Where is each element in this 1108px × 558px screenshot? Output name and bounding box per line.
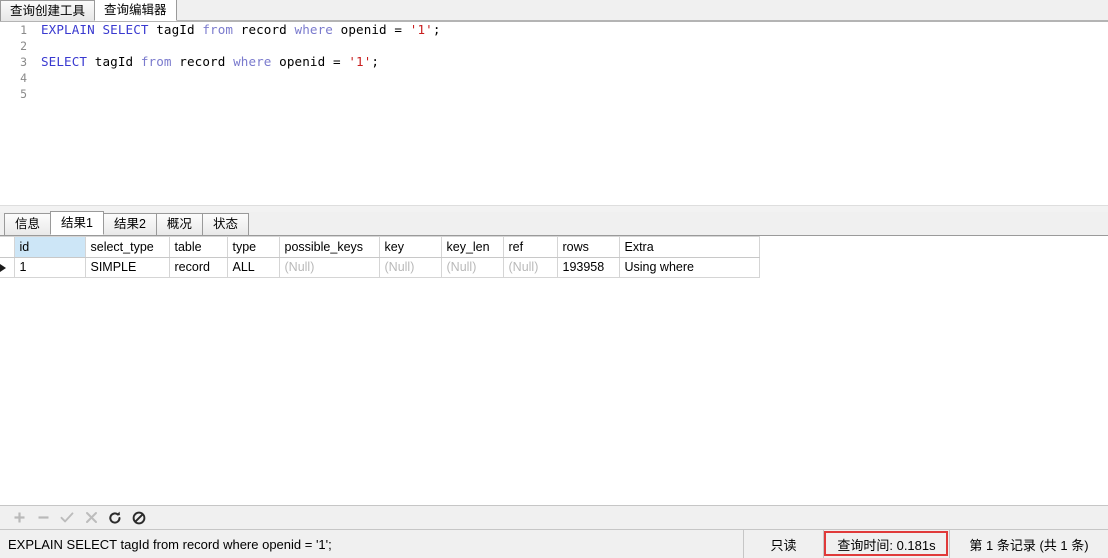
- cross-icon: [85, 511, 98, 524]
- sql-token: where: [233, 54, 272, 69]
- column-header-key_len[interactable]: key_len: [441, 236, 504, 258]
- cell-ref[interactable]: (Null): [503, 257, 558, 278]
- refresh-icon: [108, 511, 122, 525]
- minus-icon: [37, 511, 50, 524]
- sql-code-line: [33, 70, 1108, 86]
- cell-key[interactable]: (Null): [379, 257, 442, 278]
- top-tabbar: 查询创建工具 查询编辑器: [0, 0, 1108, 22]
- cell-id[interactable]: 1: [14, 257, 86, 278]
- column-header-possible_keys[interactable]: possible_keys: [279, 236, 380, 258]
- tab-query-editor-label: 查询编辑器: [104, 2, 167, 17]
- column-header-rows[interactable]: rows: [557, 236, 620, 258]
- cancel-changes-button[interactable]: [79, 507, 103, 529]
- sql-token: EXPLAIN: [41, 22, 95, 37]
- column-header-key[interactable]: key: [379, 236, 442, 258]
- status-record-info: 第 1 条记录 (共 1 条): [969, 537, 1089, 553]
- sql-token: where: [294, 22, 333, 37]
- status-bar: EXPLAIN SELECT tagId from record where o…: [0, 529, 1108, 558]
- refresh-button[interactable]: [103, 507, 127, 529]
- cell-key_len[interactable]: (Null): [441, 257, 504, 278]
- row-indicator[interactable]: [0, 257, 15, 278]
- line-number: 2: [20, 39, 27, 53]
- column-header-table[interactable]: table: [169, 236, 228, 258]
- grid-corner-cell: [0, 236, 15, 258]
- status-readonly: 只读: [744, 530, 824, 558]
- cell-type[interactable]: ALL: [227, 257, 280, 278]
- tab-query-editor[interactable]: 查询编辑器: [94, 0, 177, 21]
- result-grid-container[interactable]: id select_type table type possible_keys key ke…: [0, 236, 1108, 505]
- line-number: 3: [20, 55, 27, 69]
- column-header-Extra[interactable]: Extra: [619, 236, 760, 258]
- cell-possible_keys[interactable]: (Null): [279, 257, 380, 278]
- pane-splitter[interactable]: [0, 205, 1108, 212]
- sql-code-line: [33, 38, 1108, 54]
- column-header-type[interactable]: type: [227, 236, 280, 258]
- add-record-button[interactable]: [7, 507, 31, 529]
- column-header-ref[interactable]: ref: [503, 236, 558, 258]
- tab-info[interactable]: 信息: [4, 213, 52, 235]
- result-grid[interactable]: id select_type table type possible_keys key ke…: [0, 236, 760, 278]
- tab-query-builder[interactable]: 查询创建工具: [0, 0, 96, 21]
- sql-code-area[interactable]: EXPLAIN SELECT tagId from record where o…: [33, 22, 1108, 205]
- cell-table[interactable]: record: [169, 257, 228, 278]
- sql-code-line: EXPLAIN SELECT tagId from record where o…: [33, 22, 1108, 38]
- status-query-time-cell: 查询时间: 0.181s: [824, 530, 950, 558]
- sql-token: ;: [371, 54, 380, 69]
- top-tabbar-filler: [175, 0, 1108, 21]
- result-tabbar: 信息 结果1 结果2 概况 状态: [0, 211, 1108, 236]
- current-row-arrow-icon: [0, 263, 6, 272]
- tab-profile[interactable]: 概况: [155, 213, 203, 235]
- sql-token: record: [233, 22, 295, 37]
- sql-token: ;: [432, 22, 441, 37]
- sql-token: tagId: [87, 54, 141, 69]
- result-grid-body: 1 SIMPLE record ALL (Null) (Null) (Null) (Null)…: [0, 257, 760, 278]
- tab-query-builder-label: 查询创建工具: [10, 3, 86, 18]
- tab-info-label: 信息: [15, 217, 41, 232]
- table-row[interactable]: 1 SIMPLE record ALL (Null) (Null) (Null) (Null)…: [0, 257, 760, 278]
- plus-icon: [13, 511, 26, 524]
- tab-result-2-label: 结果2: [113, 217, 146, 232]
- line-number: 5: [20, 87, 27, 101]
- sql-token: '1': [348, 54, 372, 69]
- status-query-time-label: 查询时间: 0.181s: [837, 537, 936, 553]
- sql-token: from: [202, 22, 234, 37]
- query-editor-window: 查询创建工具 查询编辑器 1 2 3 4 5 EXPLAIN SELECT ta…: [0, 0, 1108, 558]
- column-header-id[interactable]: id: [14, 236, 86, 258]
- cell-rows[interactable]: 193958: [557, 257, 620, 278]
- result-grid-header: id select_type table type possible_keys key ke…: [0, 236, 760, 258]
- sql-token: SELECT: [102, 22, 149, 37]
- sql-token: openid =: [271, 54, 349, 69]
- status-sql-text: EXPLAIN SELECT tagId from record where o…: [0, 530, 744, 558]
- sql-code-line: SELECT tagId from record where openid = …: [33, 54, 1108, 70]
- stop-icon: [132, 511, 146, 525]
- tab-result-1-label: 结果1: [61, 215, 93, 230]
- record-nav-toolbar: [0, 505, 1108, 529]
- stop-button[interactable]: [127, 507, 151, 529]
- sql-token: SELECT: [41, 54, 88, 69]
- sql-token: openid =: [332, 22, 410, 37]
- check-icon: [60, 511, 74, 524]
- tab-status-label: 状态: [212, 217, 238, 232]
- line-number: 4: [20, 71, 27, 85]
- sql-token: '1': [409, 22, 433, 37]
- tab-result-2[interactable]: 结果2: [102, 213, 157, 235]
- sql-token: record: [171, 54, 234, 69]
- tab-result-1[interactable]: 结果1: [50, 211, 104, 235]
- line-number: 1: [20, 23, 27, 37]
- sql-token: from: [140, 54, 172, 69]
- sql-token: tagId: [148, 22, 203, 37]
- sql-code-line: [33, 86, 1108, 102]
- delete-record-button[interactable]: [31, 507, 55, 529]
- cell-select_type[interactable]: SIMPLE: [85, 257, 170, 278]
- cell-Extra[interactable]: Using where: [619, 257, 760, 278]
- line-number-gutter: 1 2 3 4 5: [0, 22, 33, 205]
- tab-status[interactable]: 状态: [201, 213, 249, 235]
- header-row: id select_type table type possible_keys key ke…: [0, 236, 760, 258]
- tab-profile-label: 概况: [166, 217, 192, 232]
- apply-changes-button[interactable]: [55, 507, 79, 529]
- sql-editor-pane[interactable]: 1 2 3 4 5 EXPLAIN SELECT tagId from reco…: [0, 22, 1108, 205]
- column-header-select_type[interactable]: select_type: [85, 236, 170, 258]
